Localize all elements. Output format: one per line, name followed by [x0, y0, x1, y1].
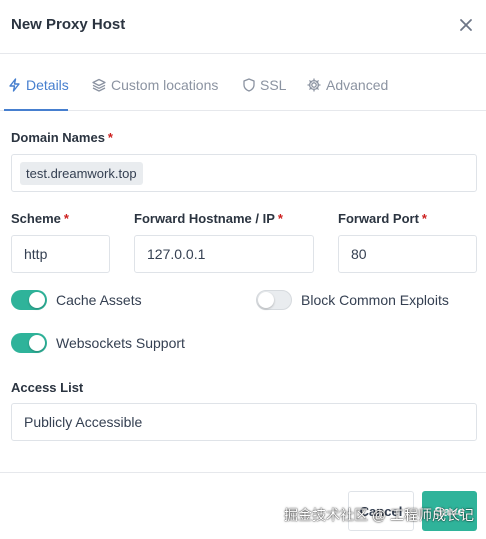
cache-assets-toggle[interactable]: Cache Assets: [11, 290, 142, 310]
scheme-label: Scheme *: [11, 211, 69, 226]
forward-port-label: Forward Port *: [338, 211, 427, 226]
toggle-label: Cache Assets: [56, 292, 142, 308]
label-text: Access List: [11, 380, 84, 395]
block-exploits-toggle[interactable]: Block Common Exploits: [256, 290, 449, 310]
domain-names-label: Domain Names *: [11, 130, 113, 145]
toggle-switch[interactable]: [256, 290, 292, 310]
layers-icon: [92, 78, 106, 92]
required-marker: *: [421, 211, 427, 226]
tab-details[interactable]: Details: [8, 74, 69, 96]
websockets-toggle[interactable]: Websockets Support: [11, 333, 185, 353]
required-marker: *: [107, 130, 113, 145]
forward-hostname-label: Forward Hostname / IP *: [134, 211, 283, 226]
close-icon[interactable]: [458, 17, 474, 33]
tab-label: SSL: [260, 77, 287, 93]
required-marker: *: [63, 211, 69, 226]
label-text: Forward Port: [338, 211, 419, 226]
gear-icon: [307, 78, 321, 92]
toggle-knob: [29, 335, 45, 351]
forward-port-input[interactable]: 80: [338, 235, 477, 273]
tab-advanced[interactable]: Advanced: [307, 74, 388, 96]
label-text: Domain Names: [11, 130, 105, 145]
toggle-switch[interactable]: [11, 290, 47, 310]
tab-label: Details: [26, 77, 69, 93]
modal-title: New Proxy Host: [11, 16, 126, 33]
label-text: Scheme: [11, 211, 61, 226]
forward-hostname-value: 127.0.0.1: [147, 246, 206, 262]
toggle-knob: [29, 292, 45, 308]
toggle-label: Block Common Exploits: [301, 292, 449, 308]
toggle-label: Websockets Support: [56, 335, 185, 351]
label-text: Forward Hostname / IP: [134, 211, 275, 226]
tab-label: Advanced: [326, 77, 389, 93]
toggle-knob: [258, 292, 274, 308]
toggle-switch[interactable]: [11, 333, 47, 353]
lightning-icon: [9, 78, 20, 92]
tab-ssl[interactable]: SSL: [243, 74, 286, 96]
domain-chip[interactable]: test.dreamwork.top: [20, 161, 143, 185]
access-list-label: Access List: [11, 380, 83, 395]
tab-custom-locations[interactable]: Custom locations: [92, 74, 218, 96]
shield-icon: [243, 78, 255, 92]
required-marker: *: [277, 211, 283, 226]
modal-header: New Proxy Host: [0, 0, 486, 54]
tab-label: Custom locations: [111, 77, 219, 93]
tab-bar: Details Custom locations SSL Advanced: [0, 54, 486, 111]
domain-names-input[interactable]: test.dreamwork.top: [11, 154, 477, 192]
forward-hostname-input[interactable]: 127.0.0.1: [134, 235, 314, 273]
access-list-select[interactable]: Publicly Accessible: [11, 403, 477, 441]
watermark-text: 掘金技术社区 @ 工程师成长记: [284, 507, 474, 523]
forward-port-value: 80: [351, 246, 367, 262]
scheme-select[interactable]: http: [11, 235, 110, 273]
access-list-value: Publicly Accessible: [24, 414, 143, 430]
active-tab-indicator: [4, 109, 68, 111]
scheme-value: http: [24, 246, 48, 262]
